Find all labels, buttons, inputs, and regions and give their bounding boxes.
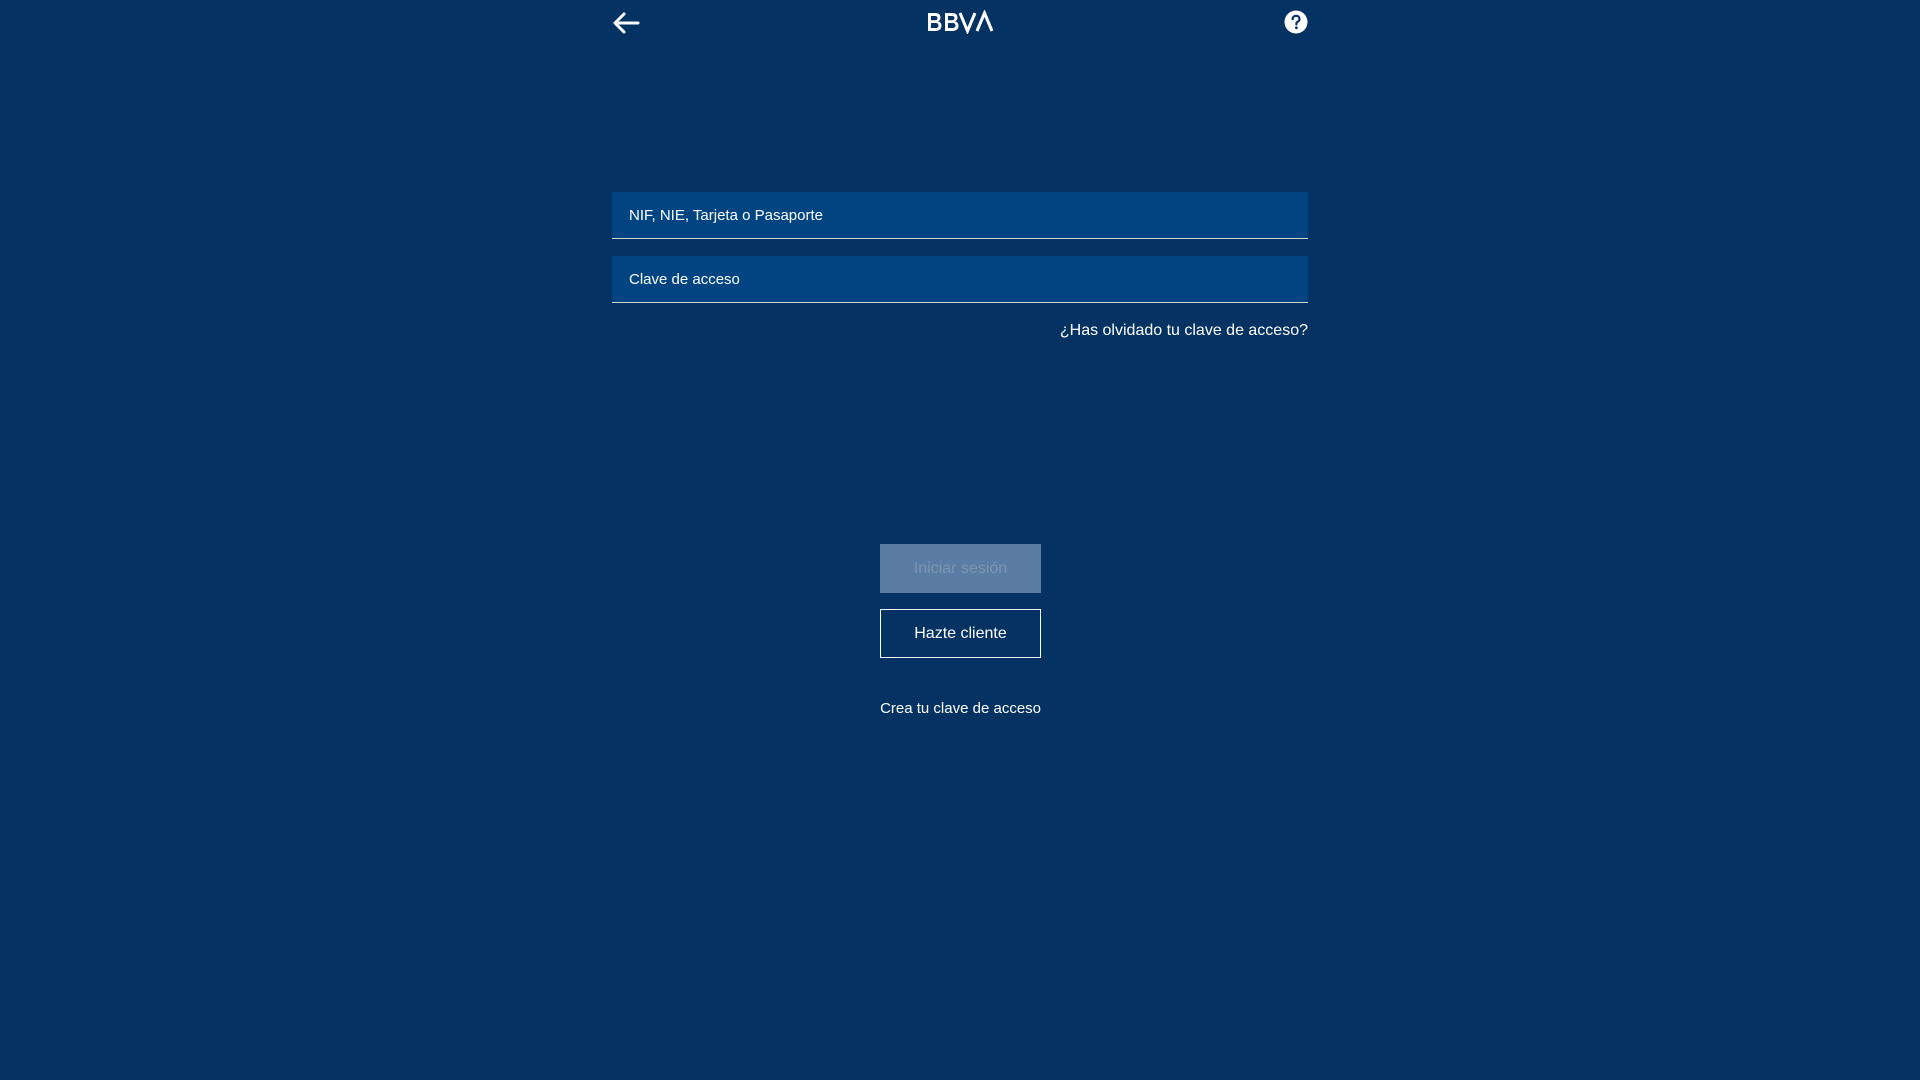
password-field <box>612 256 1308 303</box>
question-circle-icon[interactable] <box>1284 10 1308 34</box>
user-id-field <box>612 192 1308 239</box>
login-page: ¿Has olvidado tu clave de acceso? Inicia… <box>0 0 1920 1080</box>
arrow-left-icon[interactable] <box>612 11 640 35</box>
forgot-password-link[interactable]: ¿Has olvidado tu clave de acceso? <box>1060 322 1308 340</box>
password-input[interactable] <box>612 256 1308 302</box>
header <box>612 0 1308 46</box>
login-button[interactable]: Iniciar sesión <box>880 544 1041 593</box>
user-id-input[interactable] <box>612 192 1308 238</box>
bbva-logo <box>928 10 994 34</box>
signup-button[interactable]: Hazte cliente <box>880 609 1041 658</box>
create-password-link[interactable]: Crea tu clave de acceso <box>880 697 1041 720</box>
